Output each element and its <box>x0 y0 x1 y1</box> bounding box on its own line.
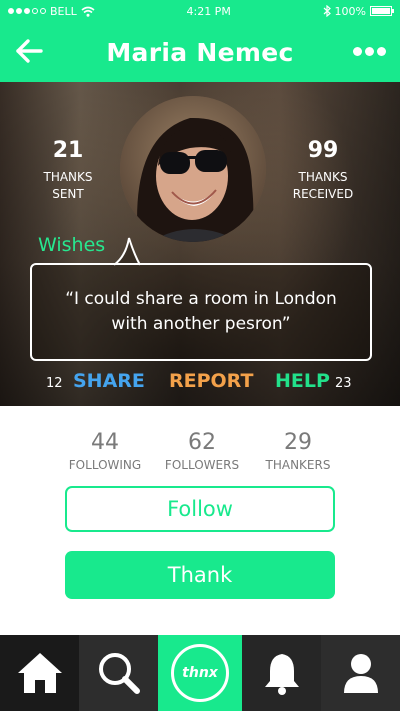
status-bar: BELL 4:21 PM 100% <box>0 0 400 22</box>
avatar <box>120 96 266 242</box>
thankers-value: 29 <box>284 430 312 455</box>
followers-value: 62 <box>188 430 216 455</box>
signal-strength-icon <box>8 8 46 14</box>
thanks-sent-stat[interactable]: 21 THANKS SENT <box>23 138 113 203</box>
profile-hero: 21 THANKS SENT 99 THANKS RECEIVED Wishes… <box>0 82 400 406</box>
wifi-icon <box>81 6 95 17</box>
help-button[interactable]: HELP <box>275 370 330 392</box>
tab-profile[interactable] <box>321 635 400 711</box>
status-right: 100% <box>323 4 394 18</box>
thank-button[interactable]: Thank <box>65 551 335 599</box>
tab-home[interactable] <box>0 635 79 711</box>
follow-button[interactable]: Follow <box>65 486 335 532</box>
share-button[interactable]: SHARE <box>73 370 145 392</box>
thanks-received-stat[interactable]: 99 THANKS RECEIVED <box>278 138 368 203</box>
back-button[interactable] <box>12 34 46 68</box>
search-icon <box>98 653 140 694</box>
arrow-left-icon <box>16 39 43 63</box>
battery-icon <box>369 6 394 16</box>
page-title: Maria Nemec <box>106 37 294 67</box>
status-left: BELL <box>8 5 95 18</box>
battery-percent: 100% <box>334 4 366 18</box>
wish-actions: 12 SHARE REPORT HELP 23 <box>0 370 400 396</box>
thanks-received-value: 99 <box>307 138 339 163</box>
bell-icon <box>264 654 299 695</box>
speech-bubble-tail <box>113 237 141 266</box>
thnx-logo-icon: thnx <box>171 644 229 702</box>
carrier-name: BELL <box>50 4 77 18</box>
following-label: FOLLOWING <box>68 458 142 472</box>
tab-bar: thnx <box>0 635 400 711</box>
more-options-button[interactable] <box>353 40 386 62</box>
thankers-label: THANKERS <box>265 458 331 472</box>
followers-label: FOLLOWERS <box>164 458 240 472</box>
following-stat[interactable]: 44 FOLLOWING <box>55 430 155 472</box>
bluetooth-icon <box>323 5 331 17</box>
thanks-sent-label: THANKS SENT <box>43 170 93 201</box>
share-count: 12 <box>46 376 63 391</box>
profile-stats: 44 FOLLOWING 62 FOLLOWERS 29 THANKERS <box>0 430 400 478</box>
nav-bar: Maria Nemec <box>0 22 400 82</box>
help-count: 23 <box>335 376 352 391</box>
home-icon <box>17 653 62 693</box>
thankers-stat[interactable]: 29 THANKERS <box>248 430 348 472</box>
wishes-label: Wishes <box>38 234 106 256</box>
tab-search[interactable] <box>79 635 158 711</box>
wish-quote-bubble: “I could share a room in London with ano… <box>30 263 372 361</box>
wish-quote-text: “I could share a room in London with ano… <box>65 289 337 334</box>
status-time: 4:21 PM <box>186 4 231 18</box>
report-button[interactable]: REPORT <box>169 370 253 392</box>
more-dots-icon <box>353 46 362 56</box>
user-icon <box>343 654 378 693</box>
profile-photo <box>120 96 266 242</box>
followers-stat[interactable]: 62 FOLLOWERS <box>152 430 252 472</box>
following-value: 44 <box>91 430 119 455</box>
thanks-sent-value: 21 <box>52 138 84 163</box>
thanks-received-label: THANKS RECEIVED <box>292 170 354 201</box>
tab-thnx[interactable]: thnx <box>158 635 242 711</box>
tab-notifications[interactable] <box>242 635 321 711</box>
